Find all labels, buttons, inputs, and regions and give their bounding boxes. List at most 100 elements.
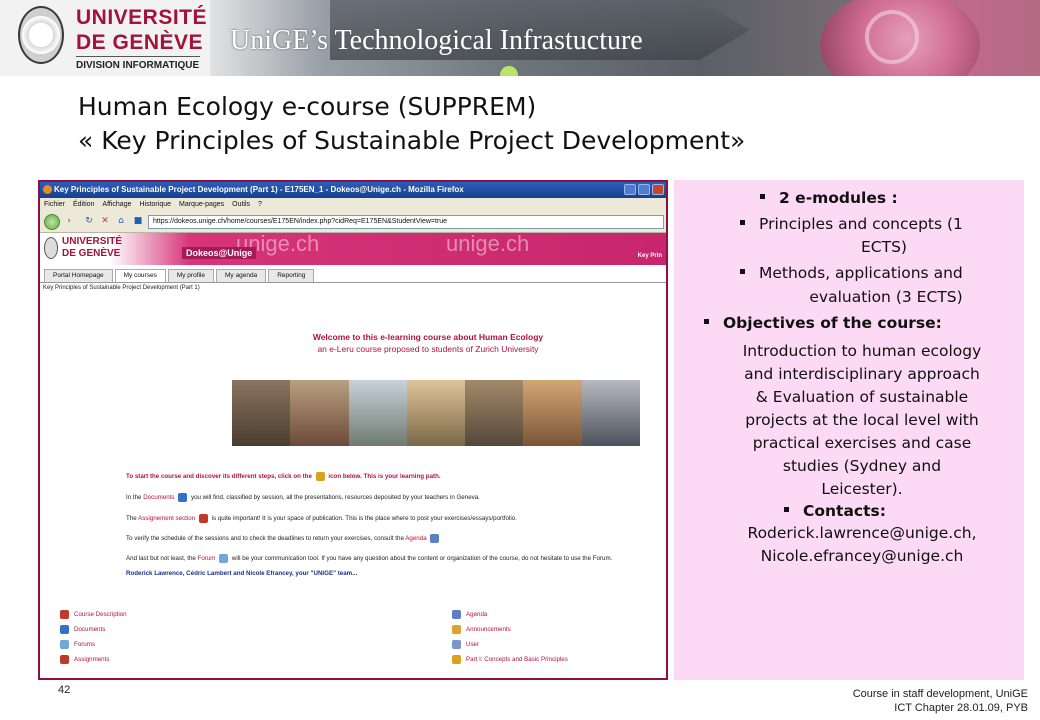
- tool-label: Course Description: [74, 611, 127, 619]
- learning-path-icon: [452, 655, 461, 664]
- course-text: To verify the schedule of the sessions a…: [126, 535, 404, 543]
- bullet-text: Contacts:: [803, 502, 886, 520]
- bullet-modules: 2 e-modules :: [760, 188, 898, 209]
- bullet-principles: Principles and concepts (1: [740, 214, 963, 235]
- contact-email: Nicole.efrancey@unige.ch: [760, 547, 964, 565]
- announcement-icon: [452, 625, 461, 634]
- bullet-text: Principles and concepts (1: [759, 215, 963, 233]
- menu-outils: Outils: [232, 201, 251, 208]
- info-panel: 2 e-modules : Principles and concepts (1…: [674, 180, 1024, 680]
- window-controls: [624, 184, 664, 195]
- logo-line2: DE GENÈVE: [76, 31, 204, 54]
- header-corner-text: Key Prin: [637, 253, 662, 259]
- tool-assignments: Assignments: [60, 655, 109, 664]
- welcome-heading: Welcome to this e-learning course about …: [312, 332, 544, 342]
- university-seal-icon: [18, 6, 64, 64]
- objective-line: and interdisciplinary approach: [744, 365, 980, 383]
- course-text: is quite important! It is your space of …: [211, 515, 517, 523]
- menu-fichier: Fichier: [44, 201, 66, 208]
- photo-image: [406, 380, 466, 446]
- course-text-line: In the Documents you will find, classifi…: [126, 493, 480, 502]
- tool-documents: Documents: [60, 625, 105, 634]
- photo-image: [290, 380, 349, 446]
- url-bar: https://dokeos.unige.ch/home/courses/E17…: [148, 215, 664, 229]
- forward-icon: ›: [67, 216, 71, 226]
- tool-label: Announcements: [466, 626, 511, 634]
- pencil-icon: [198, 514, 208, 523]
- logo-divider: [76, 56, 200, 57]
- dokeos-badge: Dokeos@Unige: [182, 247, 257, 259]
- close-icon: [652, 184, 664, 195]
- welcome-subheading: an e-Leru course proposed to students of…: [317, 344, 539, 354]
- contact-email: Roderick.lawrence@unige.ch,: [747, 524, 977, 542]
- browser-titlebar: Key Principles of Sustainable Project De…: [40, 182, 666, 198]
- objective-line: practical exercises and case: [752, 434, 972, 452]
- course-text-line: To start the course and discover its dif…: [126, 472, 441, 481]
- objectives-text: Introduction to human ecology and interd…: [694, 340, 1030, 501]
- bullet-objectives: Objectives of the course:: [704, 313, 942, 334]
- team-signature: Roderick Lawrence, Cédric Lambert and Ni…: [126, 570, 358, 577]
- forum-link: Forum: [197, 555, 216, 563]
- agenda-icon: [452, 610, 461, 619]
- watermark: unige.ch: [446, 231, 530, 256]
- browser-navbar: › ↻ ✕ ⌂ ■ https://dokeos.unige.ch/home/c…: [40, 211, 666, 233]
- photo-image: [232, 380, 291, 446]
- agenda-link: Agenda: [405, 535, 427, 543]
- bullet-text: Objectives of the course:: [723, 314, 942, 332]
- menu-marque-pages: Marque-pages: [179, 201, 225, 208]
- bullet-icon: [740, 269, 745, 274]
- tool-label: Assignments: [74, 656, 110, 664]
- photo-image: [348, 380, 407, 446]
- tool-label: Documents: [74, 626, 106, 634]
- firefox-icon: [43, 185, 52, 194]
- slide-title-line1: Human Ecology e-course (SUPPREM): [78, 92, 537, 121]
- minimize-icon: [624, 184, 636, 195]
- slide-title-line2: « Key Principles of Sustainable Project …: [78, 126, 746, 155]
- photo-image: [465, 380, 524, 446]
- back-icon: [44, 214, 60, 230]
- course-text: And last but not least, the: [126, 555, 196, 563]
- user-icon: [452, 640, 461, 649]
- photo-image: [581, 380, 640, 446]
- green-light-decoration: [500, 66, 518, 76]
- bullet-text-cont: ECTS): [861, 238, 907, 256]
- footer-chapter: ICT Chapter 28.01.09, PYB: [894, 702, 1028, 714]
- objective-line: studies (Sydney and: [782, 457, 942, 475]
- menu-edition: Édition: [73, 201, 95, 208]
- course-text: To start the course and discover its dif…: [126, 473, 312, 481]
- university-logo: UNIVERSITÉ DE GENÈVE DIVISION INFORMATIQ…: [0, 0, 210, 76]
- bullet-text: 2 e-modules :: [779, 189, 898, 207]
- site-logo-line1: UNIVERSITÉ: [62, 236, 123, 247]
- breadcrumb: Key Principles of Sustainable Project De…: [43, 285, 200, 291]
- tool-label: Part I: Concepts and Basic Principles: [466, 656, 568, 664]
- site-logo-icon: [44, 237, 58, 259]
- power-icon: [865, 10, 919, 64]
- tool-user: User: [452, 640, 479, 649]
- menu-historique: Historique: [139, 201, 171, 208]
- tab-my-profile: My profile: [167, 269, 215, 282]
- bullet-text-cont: evaluation (3 ECTS): [809, 288, 963, 306]
- course-screenshot: Key Principles of Sustainable Project De…: [38, 180, 668, 680]
- tool-label: Forums: [74, 641, 95, 649]
- course-text-line: To verify the schedule of the sessions a…: [126, 534, 441, 543]
- site-logo-line2: DE GENÈVE: [62, 248, 121, 259]
- slide-title: Human Ecology e-course (SUPPREM) « Key P…: [78, 90, 978, 158]
- tool-course-description: Course Description: [60, 610, 127, 619]
- assignment-link: Assignement section: [138, 515, 196, 523]
- folder-icon: [60, 625, 69, 634]
- menu-help: ?: [258, 201, 262, 208]
- photo-strip: [232, 380, 640, 446]
- documents-icon: [178, 493, 188, 502]
- tool-agenda: Agenda: [452, 610, 487, 619]
- bullet-icon: [704, 319, 709, 324]
- objective-line: projects at the local level with: [745, 411, 979, 429]
- banner-title: UniGE’s Technological Infrastucture: [230, 25, 643, 56]
- tool-learning-path: Part I: Concepts and Basic Principles: [452, 655, 568, 664]
- bullet-methods: Methods, applications and: [740, 263, 963, 284]
- page-number: 42: [58, 684, 71, 696]
- course-text: The: [126, 515, 137, 523]
- menu-affichage: Affichage: [102, 201, 132, 208]
- browser-window-title: Key Principles of Sustainable Project De…: [54, 185, 464, 194]
- objective-line: Introduction to human ecology: [742, 342, 982, 360]
- site-identity-icon: ■: [133, 216, 143, 226]
